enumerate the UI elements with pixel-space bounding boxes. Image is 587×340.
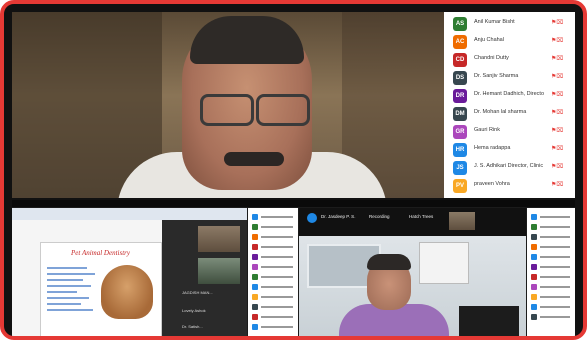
participant-thumbnail[interactable] <box>198 226 240 252</box>
mic-camera-off-icon[interactable]: ⚑⌧ <box>551 145 567 155</box>
mic-camera-off-icon[interactable]: ⚑⌧ <box>551 109 567 119</box>
list-item[interactable] <box>531 294 573 302</box>
avatar: DS <box>453 71 467 85</box>
participants-panel-small <box>248 208 298 336</box>
screenshot-frame: AS Anil Kumar Bisht ⚑⌧ AC Anju Chahal ⚑⌧… <box>0 0 587 340</box>
avatar: AS <box>453 17 467 31</box>
mic-camera-off-icon[interactable]: ⚑⌧ <box>551 181 567 191</box>
speaker-hair <box>190 16 304 64</box>
participant-row[interactable]: CD Chandni Dutty ⚑⌧ <box>444 50 575 70</box>
avatar <box>307 213 317 223</box>
participant-row[interactable]: GR Gauri Rink ⚑⌧ <box>444 122 575 142</box>
list-item[interactable] <box>531 254 573 262</box>
list-item[interactable] <box>531 244 573 252</box>
list-item[interactable] <box>531 274 573 282</box>
list-item[interactable] <box>252 234 296 242</box>
list-item[interactable] <box>252 224 296 232</box>
main-speaker-video <box>12 12 444 198</box>
list-item[interactable] <box>252 274 296 282</box>
mic-camera-off-icon[interactable]: ⚑⌧ <box>551 127 567 137</box>
meeting-topbar: Dr. Jasdeep P. S. Recording Hatch Trees <box>299 208 526 236</box>
list-item[interactable] <box>531 224 573 232</box>
dog-image <box>101 265 153 319</box>
participant-row[interactable]: PV praveen Vohra ⚑⌧ <box>444 176 575 196</box>
mic-camera-off-icon[interactable]: ⚑⌧ <box>551 91 567 101</box>
list-item[interactable] <box>531 314 573 322</box>
participant-row[interactable]: AS Anil Kumar Bisht ⚑⌧ <box>444 14 575 34</box>
self-view-camera[interactable] <box>449 212 475 230</box>
participant-row[interactable]: DS Dr. Sanjiv Sharma ⚑⌧ <box>444 68 575 88</box>
avatar: AC <box>453 35 467 49</box>
bottom-screens: Pet Animal Dentistry JAGDISH MAN... Love… <box>12 200 575 336</box>
slide-title: Pet Animal Dentistry <box>71 249 130 257</box>
participant-name: Dr. Mohan lal sharma <box>474 109 527 115</box>
participant-name: praveen Vohra <box>474 181 510 187</box>
avatar: CD <box>453 53 467 67</box>
mic-camera-off-icon[interactable]: ⚑⌧ <box>551 37 567 47</box>
mic-camera-off-icon[interactable]: ⚑⌧ <box>551 19 567 29</box>
participant-name: Anju Chahal <box>474 37 504 43</box>
list-item[interactable] <box>531 234 573 242</box>
list-item[interactable] <box>252 264 296 272</box>
divider-bar <box>12 200 575 207</box>
list-item[interactable] <box>531 284 573 292</box>
presentation-slide: Pet Animal Dentistry <box>40 242 162 336</box>
list-item[interactable] <box>252 314 296 322</box>
screen-share-right: Dr. Jasdeep P. S. Recording Hatch Trees <box>299 208 526 336</box>
thumbnail-label: Lovely Ashok <box>182 308 206 313</box>
participant-name: Anil Kumar Bisht <box>474 19 515 25</box>
background-switchboard <box>419 242 469 284</box>
participant-row[interactable]: DM Dr. Mohan lal sharma ⚑⌧ <box>444 104 575 124</box>
list-item[interactable] <box>252 244 296 252</box>
participant-name: Chandni Dutty <box>474 55 509 61</box>
list-item[interactable] <box>252 294 296 302</box>
participant-row[interactable]: JS J. S. Adhikari Director, Clinic Res..… <box>444 158 575 178</box>
avatar: JS <box>453 161 467 175</box>
participant-thumbnail[interactable] <box>198 258 240 284</box>
thumbnail-label: JAGDISH MAN... <box>182 290 213 295</box>
video-thumbnails: JAGDISH MAN... Lovely Ashok Dr. Satish..… <box>162 220 247 336</box>
presentation-toolbar[interactable] <box>12 208 247 220</box>
participants-panel: AS Anil Kumar Bisht ⚑⌧ AC Anju Chahal ⚑⌧… <box>444 12 575 198</box>
avatar: HR <box>453 143 467 157</box>
list-item[interactable] <box>252 284 296 292</box>
list-item[interactable] <box>252 304 296 312</box>
list-item[interactable] <box>531 214 573 222</box>
mic-camera-off-icon[interactable]: ⚑⌧ <box>551 73 567 83</box>
list-item[interactable] <box>252 254 296 262</box>
avatar: DR <box>453 89 467 103</box>
slide-bullets <box>47 263 97 315</box>
screen-share-left: Pet Animal Dentistry JAGDISH MAN... Love… <box>12 208 247 336</box>
participant-row[interactable]: AC Anju Chahal ⚑⌧ <box>444 32 575 52</box>
participant-name: Dr. Hemant Dadhich, Director ... <box>474 91 544 97</box>
meeting-label: Hatch Trees <box>409 214 434 219</box>
monitor <box>459 306 519 336</box>
avatar: GR <box>453 125 467 139</box>
host-name: Dr. Jasdeep P. S. <box>321 214 356 219</box>
participants-panel-right <box>527 208 575 336</box>
participant-name: J. S. Adhikari Director, Clinic Res... <box>474 163 544 169</box>
participant-row[interactable]: DR Dr. Hemant Dadhich, Director ... ⚑⌧ <box>444 86 575 106</box>
participant-name: Dr. Sanjiv Sharma <box>474 73 519 79</box>
speaker-glasses <box>194 94 314 126</box>
list-item[interactable] <box>252 324 296 332</box>
avatar: DM <box>453 107 467 121</box>
participant-row[interactable]: HR Hema radappa ⚑⌧ <box>444 140 575 160</box>
list-item[interactable] <box>531 264 573 272</box>
speaker-moustache <box>224 152 284 166</box>
recording-label: Recording <box>369 214 390 219</box>
speaker-hair <box>367 254 411 270</box>
list-item[interactable] <box>531 304 573 312</box>
mic-camera-off-icon[interactable]: ⚑⌧ <box>551 163 567 173</box>
thumbnail-label: Dr. Satish... <box>182 324 203 329</box>
list-item[interactable] <box>252 214 296 222</box>
participant-name: Gauri Rink <box>474 127 500 133</box>
mic-camera-off-icon[interactable]: ⚑⌧ <box>551 55 567 65</box>
participant-name: Hema radappa <box>474 145 511 151</box>
avatar: PV <box>453 179 467 193</box>
